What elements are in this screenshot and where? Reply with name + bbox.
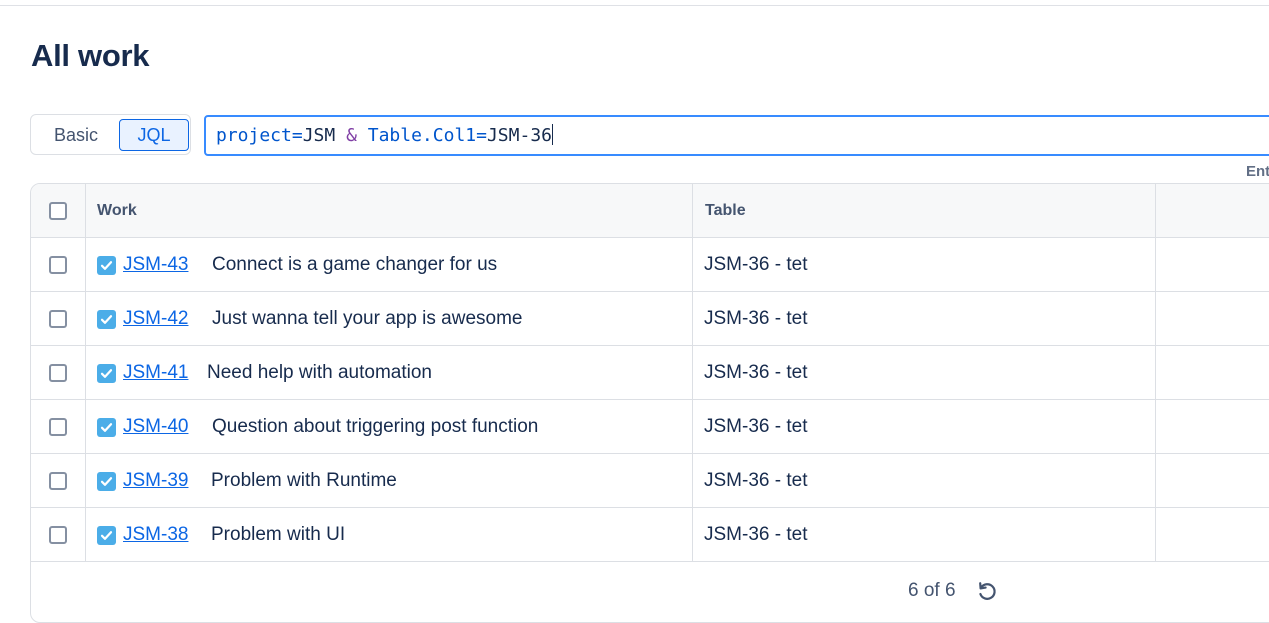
checkbox-icon [97, 526, 116, 545]
column-header-work[interactable]: Work [97, 202, 137, 220]
row-select-checkbox[interactable] [49, 310, 67, 328]
jql-field-token: project [216, 125, 292, 146]
table-field-value: JSM-36 - tet [704, 470, 808, 491]
row-select-checkbox[interactable] [49, 256, 67, 274]
issue-key-link[interactable]: JSM-39 [123, 470, 188, 492]
table-row[interactable]: JSM-43 Connect is a game changer for us … [31, 238, 1269, 292]
jql-value-token: JSM-36 [486, 125, 552, 146]
row-select-checkbox[interactable] [49, 526, 67, 544]
table-field-value: JSM-36 - tet [704, 416, 808, 437]
refresh-icon[interactable] [975, 579, 999, 603]
issue-key-link[interactable]: JSM-40 [123, 416, 188, 438]
checkbox-icon [97, 418, 116, 437]
jql-value-token: JSM [302, 125, 336, 146]
results-count: 6 of 6 [908, 580, 956, 601]
select-all-checkbox[interactable] [49, 202, 67, 220]
table-field-value: JSM-36 - tet [704, 308, 808, 329]
table-field-value: JSM-36 - tet [704, 254, 808, 275]
table-row[interactable]: JSM-40 Question about triggering post fu… [31, 400, 1269, 454]
basic-mode-button[interactable]: Basic [39, 120, 113, 150]
table-row[interactable]: JSM-41 Need help with automation JSM-36 … [31, 346, 1269, 400]
table-field-value: JSM-36 - tet [704, 362, 808, 383]
issue-summary[interactable]: Problem with UI [211, 524, 345, 546]
jql-enter-hint: Ent [1246, 163, 1269, 180]
row-select-checkbox[interactable] [49, 472, 67, 490]
search-mode-toggle: Basic JQL [30, 114, 191, 155]
checkbox-icon [97, 310, 116, 329]
jql-query-input[interactable]: project=JSM & Table.Col1=JSM-36 [204, 115, 1269, 156]
work-items-table: Work Table JSM-43 Connect is a game chan… [30, 183, 1269, 623]
issue-summary[interactable]: Problem with Runtime [211, 470, 397, 492]
checkbox-icon [97, 256, 116, 275]
issue-summary[interactable]: Connect is a game changer for us [212, 254, 497, 276]
jql-keyword-token: & [346, 125, 357, 146]
table-field-value: JSM-36 - tet [704, 524, 808, 545]
text-caret [552, 124, 553, 145]
issue-key-link[interactable]: JSM-38 [123, 524, 188, 546]
issue-key-link[interactable]: JSM-41 [123, 362, 188, 384]
checkbox-icon [97, 472, 116, 491]
column-header-table[interactable]: Table [705, 202, 746, 220]
jql-mode-button[interactable]: JQL [119, 119, 189, 151]
row-select-checkbox[interactable] [49, 418, 67, 436]
issue-summary[interactable]: Just wanna tell your app is awesome [212, 308, 523, 330]
table-row[interactable]: JSM-42 Just wanna tell your app is aweso… [31, 292, 1269, 346]
table-row[interactable]: JSM-39 Problem with Runtime JSM-36 - tet [31, 454, 1269, 508]
issue-summary[interactable]: Need help with automation [207, 362, 432, 384]
table-header: Work Table [31, 184, 1269, 238]
issue-summary[interactable]: Question about triggering post function [212, 416, 538, 438]
row-select-checkbox[interactable] [49, 364, 67, 382]
table-row[interactable]: JSM-38 Problem with UI JSM-36 - tet [31, 508, 1269, 562]
jql-field-token: Table.Col1 [367, 125, 477, 146]
checkbox-icon [97, 364, 116, 383]
jql-operator-token: = [291, 125, 303, 146]
page-title: All work [31, 38, 150, 73]
jql-operator-token: = [476, 125, 487, 146]
issue-key-link[interactable]: JSM-42 [123, 308, 188, 330]
issue-key-link[interactable]: JSM-43 [123, 254, 188, 276]
top-divider [0, 5, 1269, 6]
